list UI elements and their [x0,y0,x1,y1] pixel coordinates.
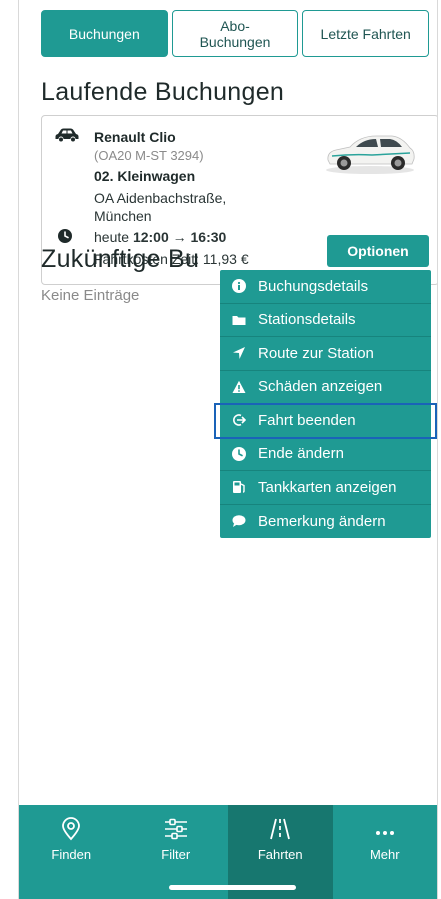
info-icon [232,279,246,294]
car-name: Renault Clio [94,129,176,145]
menu-item-show-damages[interactable]: Schäden anzeigen [220,371,431,404]
fuel-card-icon [233,481,245,494]
car-class: 02. Kleinwagen [94,168,196,184]
nav-label: Filter [161,847,191,862]
booking-time: heute 12:00 → 16:30 [94,229,227,245]
menu-item-label: Buchungsdetails [258,277,369,295]
location-arrow-icon [233,347,245,360]
menu-item-label: Fahrt beenden [258,411,356,429]
menu-item-label: Tankkarten anzeigen [258,478,397,496]
station-address: OA Aidenbachstraße, München [94,190,227,224]
car-plate: (OA20 M-ST 3294) [94,148,204,163]
tab-letzte-fahrten[interactable]: Letzte Fahrten [302,10,430,57]
booking-time-range: 12:00 → 16:30 [132,229,227,245]
nav-label: Finden [51,847,92,862]
current-bookings-title: Laufende Buchungen [41,78,285,106]
menu-item-label: Stationsdetails [258,311,356,329]
nav-item-finden[interactable]: Finden [19,805,124,899]
empty-entries-text: Keine Einträge [41,287,140,304]
more-dots-icon [375,831,394,835]
home-indicator [169,885,296,890]
car-icon [55,128,79,142]
menu-item-label: Schäden anzeigen [258,378,383,396]
clock-icon [58,229,72,243]
menu-item-label: Ende ändern [258,445,344,463]
warning-icon [232,380,246,393]
menu-item-station-details[interactable]: Stationsdetails [220,304,431,337]
menu-item-end-trip[interactable]: Fahrt beenden [214,403,437,439]
clock-icon [232,446,246,461]
menu-item-show-fuel-cards[interactable]: Tankkarten anzeigen [220,471,431,505]
folder-icon [232,315,246,325]
menu-item-label: Bemerkung ändern [258,512,386,530]
app-frame: Buchungen Abo- Buchungen Letzte Fahrten … [18,0,438,899]
booking-tabs: Buchungen Abo- Buchungen Letzte Fahrten [41,10,430,57]
filter-sliders-icon [164,818,187,840]
menu-item-booking-details[interactable]: Buchungsdetails [220,270,431,304]
car-photo [326,135,415,174]
nav-label: Mehr [369,847,400,862]
tab-abo-buchungen[interactable]: Abo- Buchungen [171,10,299,57]
options-dropdown-menu: Buchungsdetails Stationsdetails Route zu… [214,270,437,539]
menu-item-route-to-station[interactable]: Route zur Station [220,337,431,371]
menu-item-label: Route zur Station [258,344,374,362]
map-pin-icon [62,817,81,841]
menu-item-change-end[interactable]: Ende ändern [220,438,431,471]
comment-icon [232,515,246,528]
sign-out-icon [233,414,246,427]
nav-item-mehr[interactable]: Mehr [333,805,438,899]
road-icon [270,818,291,840]
tab-buchungen[interactable]: Buchungen [41,10,168,57]
future-bookings-title: Zukünftige Bu [41,245,200,273]
nav-label: Fahrten [257,847,303,862]
menu-item-change-comment[interactable]: Bemerkung ändern [220,505,431,539]
options-button[interactable]: Optionen [327,235,429,267]
